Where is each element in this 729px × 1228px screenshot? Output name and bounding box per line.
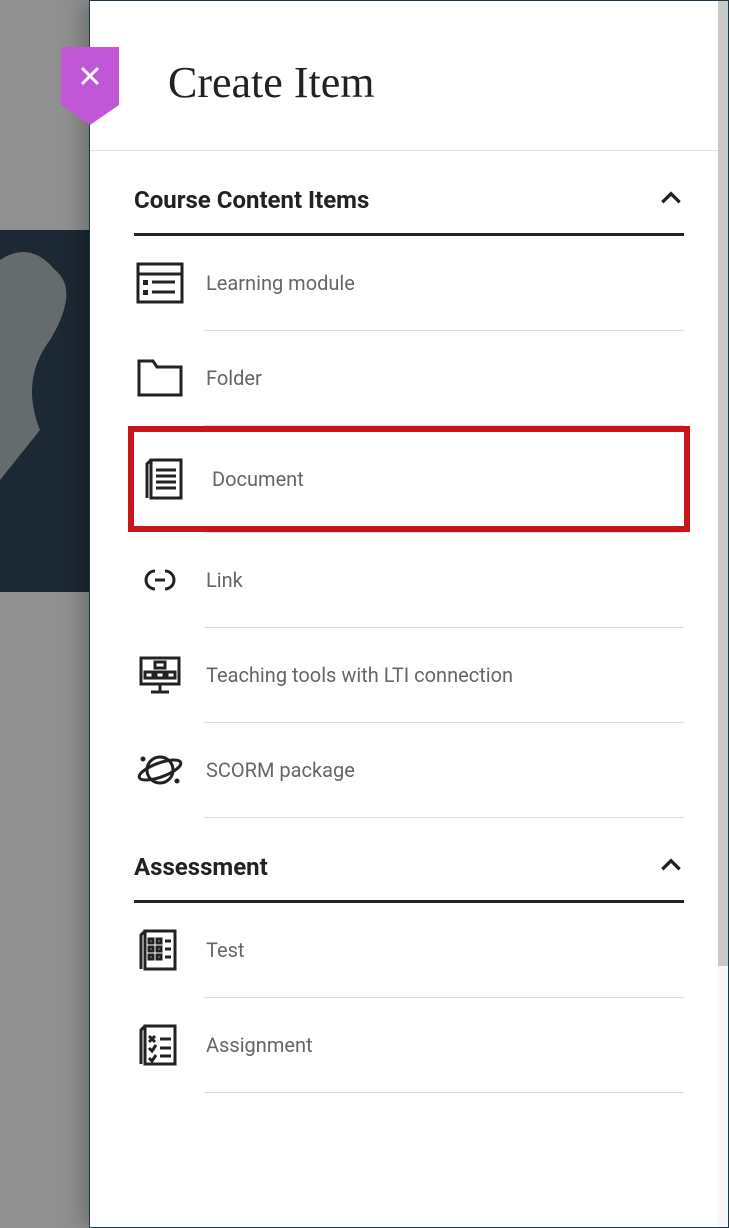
item-label: SCORM package [206,758,355,782]
item-label: Test [206,938,244,962]
test-icon [134,925,186,975]
item-scorm[interactable]: SCORM package [134,723,684,817]
create-item-panel: Create Item Course Content Items Learnin… [89,0,729,1228]
item-assignment[interactable]: Assignment [134,998,684,1092]
item-test[interactable]: Test [134,903,684,997]
panel-header: Create Item [90,1,728,151]
section-title-course-content: Course Content Items [134,186,369,214]
item-label: Link [206,568,243,592]
item-label: Assignment [206,1033,313,1057]
item-learning-module[interactable]: Learning module [134,236,684,330]
item-label: Folder [206,366,262,390]
map-fragment [0,230,90,592]
panel-title: Create Item [168,57,688,108]
panel-content: Course Content Items Learning module Fol… [90,151,728,1227]
section-title-assessment: Assessment [134,853,268,881]
learning-module-icon [134,258,186,308]
document-icon [140,454,192,504]
section-toggle-course-content[interactable]: Course Content Items [134,151,684,236]
folder-icon [134,353,186,403]
item-folder[interactable]: Folder [134,331,684,425]
item-label: Teaching tools with LTI connection [206,663,513,687]
assignment-icon [134,1020,186,1070]
item-document[interactable]: Document [128,426,690,532]
chevron-up-icon [658,852,684,882]
chevron-up-icon [658,185,684,215]
scorm-icon [134,745,186,795]
item-link[interactable]: Link [134,533,684,627]
link-icon [134,555,186,605]
section-toggle-assessment[interactable]: Assessment [134,818,684,903]
lti-icon [134,650,186,700]
scrollbar[interactable] [718,1,728,1227]
item-label: Learning module [206,271,355,295]
item-label: Document [212,467,304,491]
scrollbar-thumb[interactable] [718,1,728,966]
item-lti[interactable]: Teaching tools with LTI connection [134,628,684,722]
